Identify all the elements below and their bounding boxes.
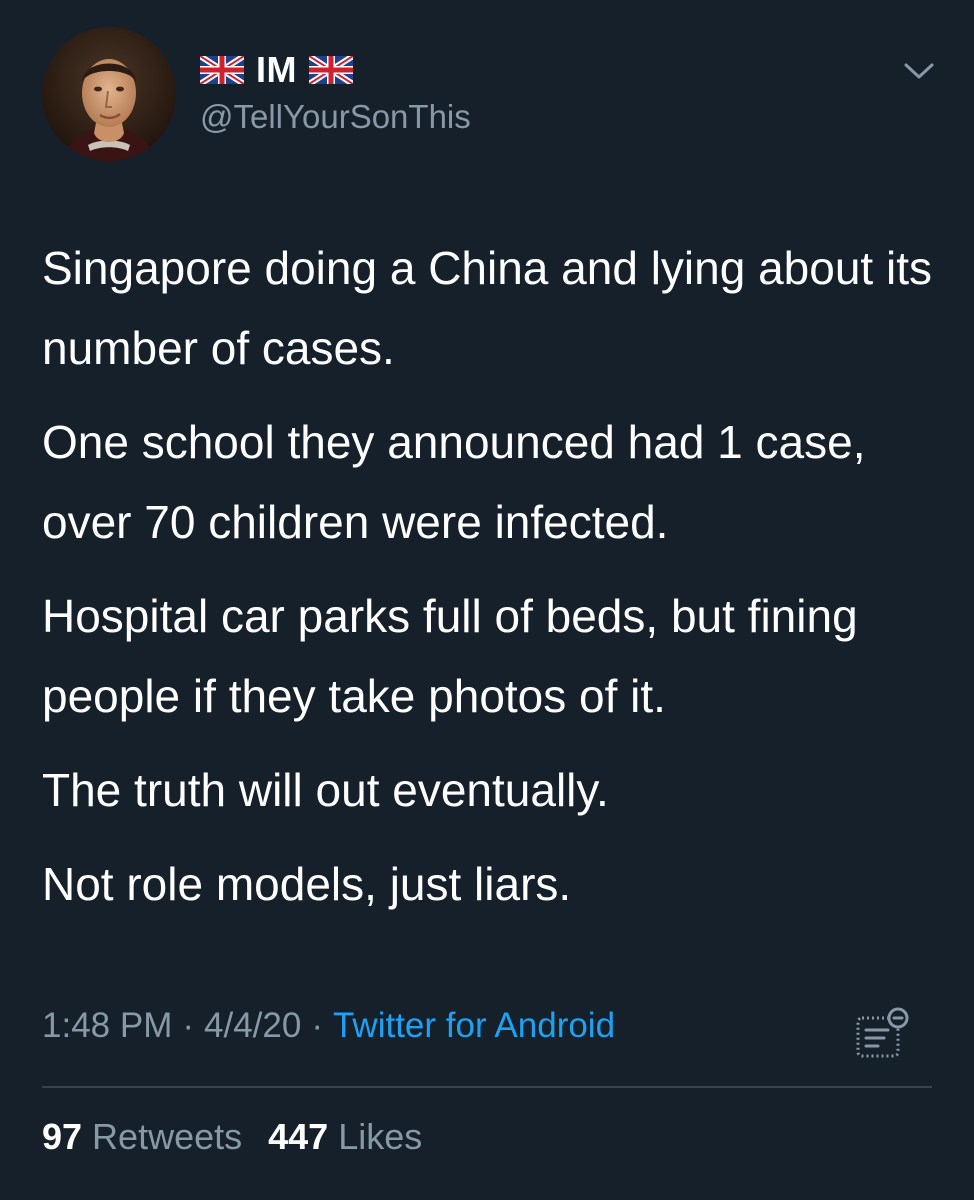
- tweet-stats: 97 Retweets 447 Likes: [42, 1116, 448, 1158]
- tweet-paragraph: Singapore doing a China and lying about …: [42, 242, 932, 374]
- divider: [42, 1086, 932, 1088]
- tweet-paragraph: One school they announced had 1 case, ov…: [42, 416, 866, 548]
- tweet-card: IM @TellYourSonThis Singapore doing a Ch…: [0, 0, 974, 1200]
- meta-separator: ·: [182, 1006, 195, 1045]
- analytics-icon[interactable]: [852, 1004, 912, 1064]
- retweets-label[interactable]: Retweets: [92, 1116, 242, 1158]
- tweet-time[interactable]: 1:48 PM: [42, 1006, 172, 1046]
- tweet-source-link[interactable]: Twitter for Android: [333, 1006, 615, 1046]
- avatar-portrait-image: [42, 27, 176, 161]
- avatar[interactable]: [42, 27, 176, 161]
- tweet-metadata: 1:48 PM · 4/4/20 · Twitter for Android: [42, 1006, 615, 1046]
- tweet-date[interactable]: 4/4/20: [204, 1006, 301, 1046]
- tweet-paragraph: Not role models, just liars.: [42, 858, 572, 910]
- tweet-text: Singapore doing a China and lying about …: [42, 228, 942, 938]
- chevron-down-icon[interactable]: [902, 58, 936, 84]
- meta-separator: ·: [311, 1006, 323, 1045]
- tweet-paragraph: Hospital car parks full of beds, but fin…: [42, 590, 858, 722]
- display-name: IM: [256, 49, 297, 90]
- tweet-paragraph: The truth will out eventually.: [42, 764, 609, 816]
- author-name-row[interactable]: IM: [200, 48, 353, 92]
- likes-count[interactable]: 447: [268, 1116, 328, 1158]
- uk-flag-icon: [309, 56, 353, 84]
- retweets-count[interactable]: 97: [42, 1116, 82, 1158]
- user-handle[interactable]: @TellYourSonThis: [200, 98, 471, 136]
- likes-label[interactable]: Likes: [338, 1116, 422, 1158]
- uk-flag-icon: [200, 56, 244, 84]
